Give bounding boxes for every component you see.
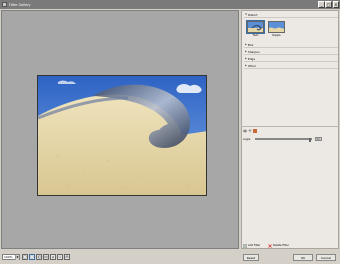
- eye-icon[interactable]: [243, 129, 247, 133]
- reset-button[interactable]: Reset: [243, 254, 259, 261]
- minimize-button[interactable]: _: [318, 1, 325, 8]
- delete-filter-button[interactable]: Delete Filter: [268, 243, 289, 248]
- applied-filter-row[interactable]: [243, 128, 337, 134]
- preview-area: [1, 10, 239, 249]
- hand-tool-button[interactable]: [50, 254, 56, 260]
- category-sharpen[interactable]: ▶ Sharpen: [244, 49, 338, 55]
- zoom-tool-button[interactable]: [57, 254, 63, 260]
- window-controls: _ □ ×: [318, 1, 339, 8]
- slider-handle[interactable]: [309, 137, 311, 142]
- category-label: Sharpen: [248, 49, 260, 54]
- maximize-button[interactable]: □: [325, 1, 332, 8]
- before-after-icon: [37, 255, 41, 259]
- status-bar: 100% ▼: [0, 250, 340, 264]
- delete-filter-icon: [268, 243, 272, 248]
- category-other[interactable]: ▶ Other: [244, 63, 338, 69]
- panel-divider[interactable]: [241, 126, 339, 127]
- category-edge[interactable]: ▶ Edge: [244, 56, 338, 62]
- print-button[interactable]: [64, 254, 70, 260]
- fit-view-button[interactable]: [22, 254, 28, 260]
- filter-thumb-label: Ripple: [272, 34, 281, 37]
- side-by-side-icon: [44, 255, 48, 259]
- filter-thumb-twirl[interactable]: [246, 20, 265, 34]
- swap-icon[interactable]: [248, 129, 252, 133]
- filter-thumbnail-icon: [253, 129, 257, 133]
- category-distort[interactable]: ▼ Distort: [244, 12, 338, 18]
- split-view-icon: [30, 255, 34, 259]
- category-label: Edge: [248, 56, 256, 61]
- before-after-button[interactable]: [36, 254, 42, 260]
- filter-thumb-label: Twirl: [252, 34, 259, 37]
- category-label: Distort: [248, 12, 258, 17]
- param-value-field[interactable]: 360: [315, 136, 322, 142]
- zoom-icon: [58, 255, 62, 259]
- delete-filter-label: Delete Filter: [273, 244, 289, 247]
- close-button[interactable]: ×: [332, 1, 339, 8]
- category-blur[interactable]: ▶ Blur: [244, 42, 338, 48]
- print-icon: [65, 255, 69, 259]
- fit-icon: [23, 255, 27, 259]
- add-filter-icon: [243, 243, 247, 248]
- add-filter-label: Add Filter: [248, 244, 261, 247]
- zoom-select[interactable]: 100% ▼: [2, 254, 20, 260]
- add-filter-button[interactable]: Add Filter: [243, 243, 260, 248]
- hand-icon: [52, 256, 54, 259]
- window-title: Filter Gallery: [9, 2, 31, 7]
- zoom-value: 100%: [4, 255, 13, 259]
- param-label: Angle: [243, 137, 251, 141]
- cancel-button[interactable]: Cancel: [316, 254, 336, 261]
- app-icon: [2, 2, 7, 7]
- preview-image: [37, 75, 207, 196]
- filter-thumb-ripple[interactable]: [268, 21, 285, 33]
- chevron-down-icon: ▼: [15, 255, 19, 260]
- category-label: Blur: [248, 42, 254, 47]
- title-bar: Filter Gallery _ □ ×: [0, 0, 340, 9]
- side-by-side-button[interactable]: [43, 254, 49, 260]
- category-label: Other: [248, 63, 256, 68]
- ok-button[interactable]: OK: [293, 254, 313, 261]
- split-view-button[interactable]: [29, 254, 35, 260]
- param-slider[interactable]: [255, 137, 312, 142]
